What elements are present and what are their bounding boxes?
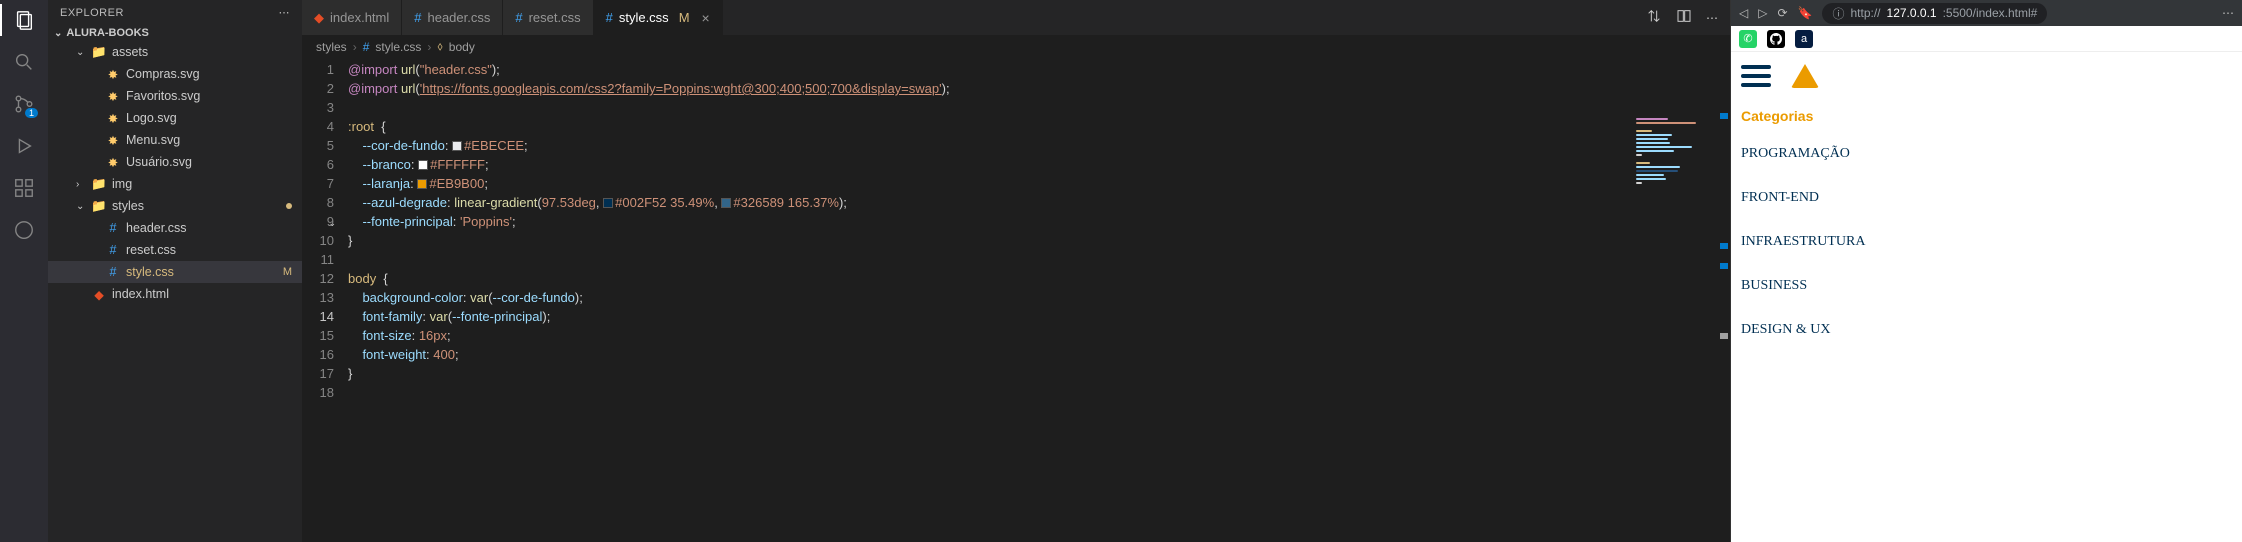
menu-item[interactable]: INFRAESTRUTURA	[1731, 220, 2242, 264]
folder-img[interactable]: ›📁img	[48, 173, 302, 195]
file-css-active[interactable]: #style.cssM	[48, 261, 302, 283]
tab-reset-css[interactable]: #reset.css	[503, 0, 593, 35]
url-bar[interactable]: ⓘ http://127.0.0.1:5500/index.html#	[1822, 3, 2047, 24]
file-svg[interactable]: ✸Menu.svg	[48, 129, 302, 151]
category-menu: PROGRAMAÇÃO FRONT-END INFRAESTRUTURA BUS…	[1731, 132, 2242, 352]
folder-icon: 📁	[90, 177, 108, 192]
chevron-down-icon: ⌄	[76, 201, 90, 212]
folder-icon: 📁	[90, 45, 108, 60]
extensions-icon[interactable]	[12, 176, 36, 200]
svg-icon: ✸	[104, 67, 122, 82]
file-svg[interactable]: ✸Favoritos.svg	[48, 85, 302, 107]
modified-dot	[286, 203, 292, 209]
more-icon[interactable]: ⋯	[2222, 6, 2234, 20]
back-icon[interactable]: ◁	[1739, 6, 1748, 20]
devtools-toolbar: ◁ ▷ ⟳ 🔖 ⓘ http://127.0.0.1:5500/index.ht…	[1731, 0, 2242, 26]
scm-badge: 1	[25, 108, 38, 118]
source-control-icon[interactable]: 1	[12, 92, 36, 116]
split-icon[interactable]	[1676, 8, 1692, 27]
svg-icon: ✸	[104, 111, 122, 126]
forward-icon[interactable]: ▷	[1758, 6, 1767, 20]
code-editor[interactable]: 123456789⌄101112131415161718 @import url…	[302, 58, 1730, 542]
categorias-label: Categorias	[1731, 100, 2242, 132]
tab-header-css[interactable]: #header.css	[402, 0, 503, 35]
activity-bar: 1	[0, 0, 48, 542]
debug-icon[interactable]	[12, 134, 36, 158]
chevron-down-icon: ⌄	[76, 47, 90, 58]
file-svg[interactable]: ✸Logo.svg	[48, 107, 302, 129]
css-icon: #	[104, 265, 122, 279]
folder-icon: 📁	[90, 199, 108, 214]
whatsapp-icon[interactable]: ✆	[1739, 30, 1757, 48]
html-icon: ◆	[90, 287, 108, 302]
github-icon[interactable]	[1767, 30, 1785, 48]
sidebar-title: EXPLORER	[60, 7, 124, 19]
rendered-page: Categorias PROGRAMAÇÃO FRONT-END INFRAES…	[1731, 52, 2242, 542]
css-icon: #	[515, 10, 522, 25]
project-root[interactable]: ⌄ ALURA-BOOKS	[48, 25, 302, 41]
reload-icon[interactable]: ⟳	[1777, 6, 1787, 20]
github-icon[interactable]	[12, 218, 36, 242]
file-tree: ⌄📁assets ✸Compras.svg ✸Favoritos.svg ✸Lo…	[48, 41, 302, 305]
svg-icon: ✸	[104, 89, 122, 104]
file-css[interactable]: #reset.css	[48, 239, 302, 261]
line-gutter: 123456789⌄101112131415161718	[302, 58, 348, 542]
editor-area: ◆index.html #header.css #reset.css #styl…	[302, 0, 1730, 542]
code-content[interactable]: @import url("header.css");@import url('h…	[348, 58, 1730, 542]
bookmark-icon[interactable]: 🔖	[1798, 6, 1813, 20]
css-icon: #	[414, 10, 421, 25]
folder-assets[interactable]: ⌄📁assets	[48, 41, 302, 63]
explorer-sidebar: EXPLORER ⋯ ⌄ ALURA-BOOKS ⌄📁assets ✸Compr…	[48, 0, 302, 542]
project-name: ALURA-BOOKS	[66, 27, 149, 39]
tab-index-html[interactable]: ◆index.html	[302, 0, 402, 35]
file-svg[interactable]: ✸Usuário.svg	[48, 151, 302, 173]
css-icon: #	[104, 221, 122, 235]
browser-panel: ◁ ▷ ⟳ 🔖 ⓘ http://127.0.0.1:5500/index.ht…	[1730, 0, 2242, 542]
menu-item[interactable]: DESIGN & UX	[1731, 308, 2242, 352]
sidebar-header: EXPLORER ⋯	[48, 0, 302, 25]
extension-bar: ✆ a	[1731, 26, 2242, 52]
svg-icon: ✸	[104, 133, 122, 148]
menu-item[interactable]: FRONT-END	[1731, 176, 2242, 220]
modified-marker: M	[283, 266, 292, 278]
sidebar-more-icon[interactable]: ⋯	[279, 6, 291, 19]
chevron-right-icon: ›	[76, 179, 90, 190]
tab-style-css[interactable]: #style.cssM×	[594, 0, 723, 35]
compare-icon[interactable]	[1646, 8, 1662, 27]
css-icon: #	[606, 10, 613, 25]
chevron-down-icon: ⌄	[54, 28, 62, 39]
search-icon[interactable]	[12, 50, 36, 74]
logo-icon[interactable]	[1791, 64, 1819, 88]
alura-icon[interactable]: a	[1795, 30, 1813, 48]
minimap[interactable]	[1636, 118, 1716, 258]
css-icon: #	[104, 243, 122, 257]
hamburger-icon[interactable]	[1741, 65, 1771, 87]
editor-tabs: ◆index.html #header.css #reset.css #styl…	[302, 0, 1730, 35]
page-header	[1731, 52, 2242, 100]
menu-item[interactable]: BUSINESS	[1731, 264, 2242, 308]
more-icon[interactable]: ⋯	[1706, 11, 1718, 25]
menu-item[interactable]: PROGRAMAÇÃO	[1731, 132, 2242, 176]
explorer-icon[interactable]	[12, 8, 36, 32]
file-css[interactable]: #header.css	[48, 217, 302, 239]
file-svg[interactable]: ✸Compras.svg	[48, 63, 302, 85]
css-icon: #	[363, 40, 370, 54]
folder-styles[interactable]: ⌄📁styles	[48, 195, 302, 217]
info-icon: ⓘ	[1832, 5, 1844, 22]
overview-ruler[interactable]	[1716, 93, 1730, 542]
tab-actions: ⋯	[1646, 0, 1730, 35]
html-icon: ◆	[314, 10, 324, 26]
breadcrumb[interactable]: styles› #style.css› ⬨body	[302, 35, 1730, 58]
close-icon[interactable]: ×	[702, 10, 710, 26]
file-html[interactable]: ◆index.html	[48, 283, 302, 305]
svg-icon: ✸	[104, 155, 122, 170]
